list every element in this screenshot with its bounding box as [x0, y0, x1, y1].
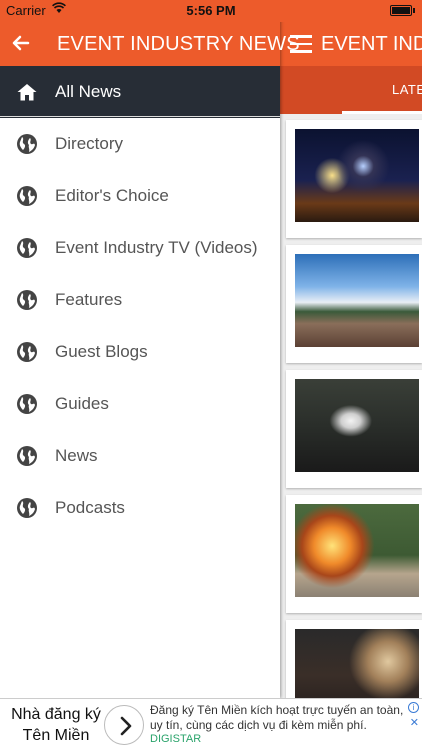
- menu-item-label: Editor's Choice: [55, 186, 169, 205]
- ad-close-icon[interactable]: ✕: [410, 716, 419, 729]
- menu-item-label: Event Industry TV (Videos): [55, 238, 258, 257]
- menu-item-label: Features: [55, 290, 123, 309]
- menu-item-label: All News: [55, 82, 122, 101]
- menu-item-label: Guides: [55, 394, 109, 413]
- menu-item-label: News: [55, 446, 98, 465]
- news-thumbnail: [295, 379, 419, 472]
- app-title: EVENT INDU: [321, 33, 422, 55]
- tab-latest[interactable]: LATE: [392, 82, 422, 97]
- news-thumbnail: [295, 629, 419, 698]
- tab-indicator: [342, 111, 422, 114]
- news-card[interactable]: [286, 495, 422, 613]
- globe-icon: [16, 133, 38, 155]
- menu-item-podcasts[interactable]: Podcasts: [0, 482, 280, 534]
- menu-item-features[interactable]: Features: [0, 274, 280, 326]
- menu-item-label: Directory: [55, 134, 124, 153]
- clock: 5:56 PM: [186, 3, 236, 18]
- globe-icon: [16, 237, 38, 259]
- globe-icon: [16, 497, 38, 519]
- menu-item-news[interactable]: News: [0, 430, 280, 482]
- menu-item-label: Guest Blogs: [55, 342, 148, 361]
- menu-item-guest-blogs[interactable]: Guest Blogs: [0, 326, 280, 378]
- ad-banner[interactable]: Nhà đăng ký Tên Miền Đăng ký Tên Miền kí…: [0, 698, 422, 750]
- news-thumbnail: [295, 129, 419, 222]
- app-bar: EVENT INDU: [280, 22, 422, 66]
- ad-source: DIGISTAR: [150, 733, 202, 745]
- menu-item-label: Podcasts: [55, 498, 125, 517]
- globe-icon: [16, 341, 38, 363]
- menu-item-event-industry-tv[interactable]: Event Industry TV (Videos): [0, 222, 280, 274]
- chevron-right-icon: [120, 716, 132, 736]
- globe-icon: [16, 445, 38, 467]
- home-icon: [16, 81, 38, 103]
- globe-icon: [16, 393, 38, 415]
- ad-info-icon[interactable]: i: [408, 702, 419, 713]
- drawer-header: EVENT INDUSTRY NEWS: [0, 22, 300, 66]
- globe-icon: [16, 185, 38, 207]
- ad-brand: Nhà đăng ký Tên Miền: [11, 706, 101, 744]
- news-thumbnail: [295, 254, 419, 347]
- tabs-bar: LATE: [280, 66, 422, 114]
- ad-open-button[interactable]: [104, 705, 144, 745]
- arrow-left-icon[interactable]: [8, 28, 38, 58]
- ad-text: Đăng ký Tên Miền kích hoạt trực tuyến an…: [150, 703, 404, 732]
- news-card[interactable]: [286, 620, 422, 698]
- navigation-drawer: EVENT INDUSTRY NEWS All News Directory E…: [0, 0, 300, 698]
- news-card[interactable]: [286, 245, 422, 363]
- status-bar: Carrier 5:56 PM: [0, 0, 422, 22]
- menu-item-guides[interactable]: Guides: [0, 378, 280, 430]
- news-thumbnail: [295, 504, 419, 597]
- menu-item-editors-choice[interactable]: Editor's Choice: [0, 170, 280, 222]
- news-card[interactable]: [286, 120, 422, 238]
- news-list-screen: EVENT INDU LATE: [280, 0, 422, 698]
- menu-item-directory[interactable]: Directory: [0, 118, 280, 170]
- drawer-title: EVENT INDUSTRY NEWS: [57, 33, 300, 55]
- battery-icon: [390, 5, 415, 16]
- news-card[interactable]: [286, 370, 422, 488]
- globe-icon: [16, 289, 38, 311]
- menu-item-all-news[interactable]: All News: [0, 66, 280, 118]
- divider: [0, 116, 280, 117]
